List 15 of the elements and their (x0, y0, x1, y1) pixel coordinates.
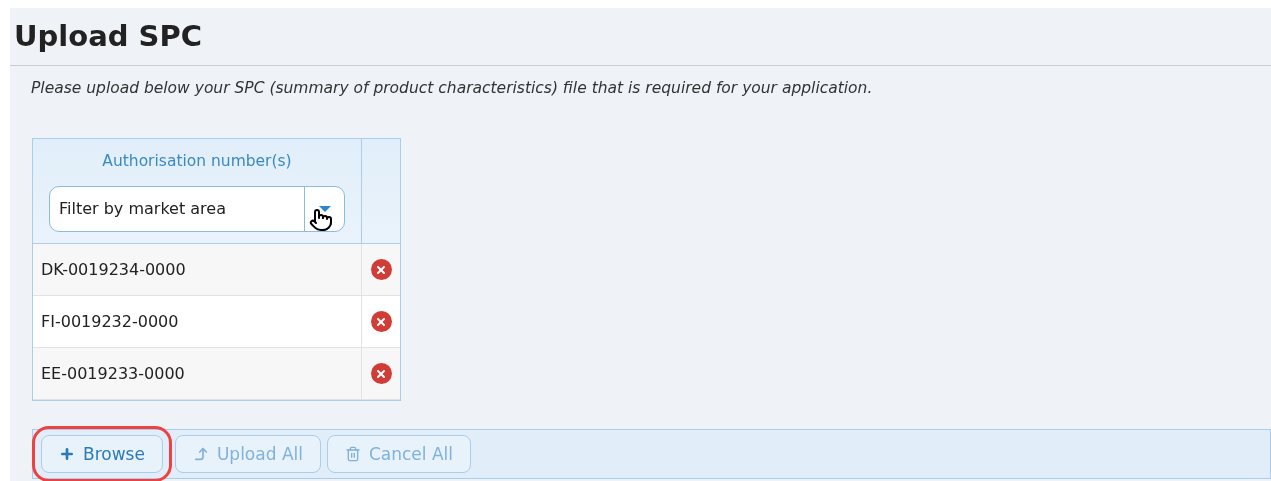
upload-icon (192, 446, 209, 463)
table-cell: EE-0019233-0000 (33, 348, 362, 400)
remove-icon[interactable] (370, 259, 392, 281)
filter-dropdown[interactable]: Filter by market area (49, 185, 345, 232)
page-title: Upload SPC (14, 17, 203, 55)
remove-icon[interactable] (370, 311, 392, 333)
caret-icon (318, 205, 331, 212)
table-cell: DK-0019234-0000 (33, 244, 362, 296)
plus-icon (59, 446, 75, 463)
description: Please upload below your SPC (summary of product characteristics) file that is required for your application. (31, 78, 874, 99)
column-header: Authorisation number(s) (102, 151, 292, 173)
remove-icon[interactable] (370, 363, 392, 385)
table-cell: FI-0019232-0000 (33, 296, 362, 348)
trash-icon (344, 446, 361, 463)
hand-cursor-icon (309, 207, 333, 232)
